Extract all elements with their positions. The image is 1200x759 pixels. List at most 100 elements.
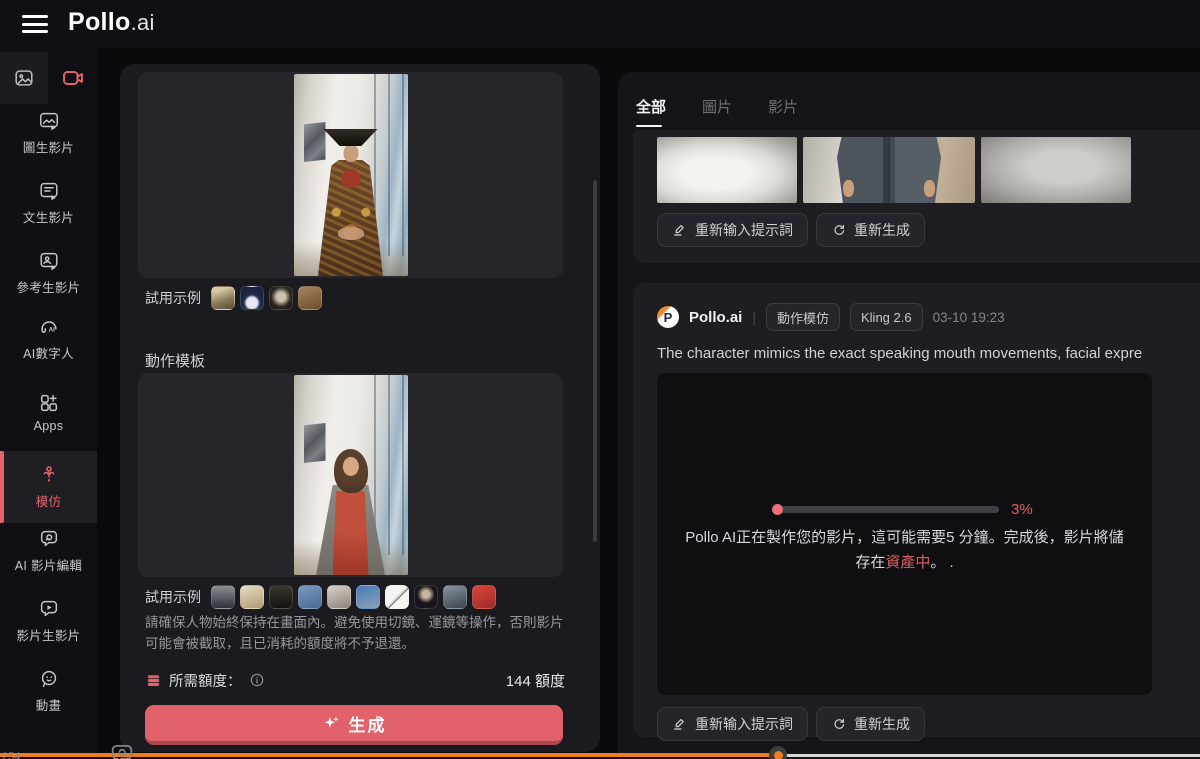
video-to-video-icon [38, 598, 60, 620]
sample-thumb[interactable] [472, 585, 496, 609]
hamburger-menu-icon[interactable] [22, 13, 48, 35]
sidebar-item-image-to-video[interactable]: 圖生影片 [0, 101, 97, 165]
svg-text:AI: AI [48, 327, 55, 334]
sidebar-item-label: 參考生影片 [16, 281, 81, 295]
sample-row-template: 試用示例 [145, 585, 496, 609]
sample-thumb[interactable] [269, 286, 293, 310]
sidebar-item-label: 動畫 [35, 699, 62, 713]
previous-job-actions: 重新输入提示詞 重新生成 [657, 213, 925, 247]
result-media-strip [657, 137, 1131, 203]
samples-label: 試用示例 [145, 589, 201, 605]
reenter-prompt-label: 重新输入提示詞 [695, 716, 793, 732]
result-frame-thumb[interactable] [657, 137, 797, 203]
job-brand: Pollo.ai [689, 308, 743, 326]
video-generating-placeholder: 3% Pollo AI正在製作您的影片，這可能需要5 分鐘。完成後，影片將儲存在… [657, 373, 1152, 695]
sample-thumb[interactable] [269, 585, 293, 609]
current-job-card: P Pollo.ai | 動作模仿 Kling 2.6 03-10 19:23 … [633, 283, 1200, 741]
reference-to-video-icon [38, 250, 60, 272]
sample-thumb[interactable] [443, 585, 467, 609]
samples-label: 試用示例 [145, 290, 201, 306]
composer-scrollbar[interactable] [593, 180, 597, 542]
credits-row: 所需額度： 144 額度 [145, 668, 565, 692]
status-text-post: 。 . [930, 553, 954, 571]
pollo-logo-icon: P [657, 306, 679, 328]
template-portrait-woman [293, 375, 408, 575]
sample-thumb[interactable] [298, 585, 322, 609]
ai-avatar-icon: AI [38, 316, 60, 338]
result-frame-thumb[interactable] [803, 137, 975, 203]
image-mode-tab[interactable] [0, 52, 48, 104]
sample-thumb[interactable] [240, 585, 264, 609]
tab-images[interactable]: 圖片 [702, 96, 732, 127]
reference-portrait-empress [293, 74, 408, 276]
sidebar-item-label: 圖生影片 [22, 141, 75, 155]
progress-fill [772, 504, 783, 515]
job-card-header: P Pollo.ai | 動作模仿 Kling 2.6 03-10 19:23 [657, 303, 1005, 331]
results-panel: 全部 圖片 影片 重新输入提示詞 重新生成 P Pollo.ai | 動作模仿 … [618, 72, 1200, 759]
generating-status-text: Pollo AI正在製作您的影片，這可能需要5 分鐘。完成後，影片將儲存在資產中… [685, 526, 1124, 576]
sample-thumb[interactable] [356, 585, 380, 609]
sidebar-item-ai-avatar[interactable]: AI AI數字人 [0, 307, 97, 371]
progress-row: 3% [772, 501, 1033, 518]
top-bar: Pollo.ai [0, 0, 1200, 48]
header-divider: | [752, 309, 756, 325]
composer-panel: 試用示例 動作模板 試用示例 請確保人物始終保持在畫面內。避免使用切鏡、運鏡等操… [120, 64, 600, 752]
results-tabs: 全部 圖片 影片 [636, 96, 798, 127]
sidebar-item-label: 文生影片 [22, 211, 75, 225]
sidebar-item-ai-video-edit[interactable]: AI 影片編輯 [0, 519, 97, 583]
reenter-prompt-button[interactable]: 重新输入提示詞 [657, 707, 808, 741]
job-timestamp: 03-10 19:23 [932, 309, 1005, 325]
coins-icon [145, 672, 162, 689]
sidebar-item-label: AI數字人 [23, 347, 74, 361]
sidebar-item-animation[interactable]: 動畫 [0, 659, 97, 723]
apps-grid-icon [38, 392, 60, 414]
logo-main: Pollo [68, 8, 131, 36]
usage-notice: 請確保人物始終保持在畫面內。避免使用切鏡、運鏡等操作，否則影片可能會被截取，且已… [145, 615, 564, 651]
sample-thumb[interactable] [240, 286, 264, 310]
motion-template-preview[interactable] [138, 373, 563, 577]
sidebar-item-mimic[interactable]: 模仿 [0, 451, 97, 523]
sample-thumb[interactable] [385, 585, 409, 609]
image-to-video-icon [38, 110, 60, 132]
sidebar-item-reference-to-video[interactable]: 參考生影片 [0, 241, 97, 305]
model-badge[interactable]: Kling 2.6 [850, 303, 923, 331]
sidebar-item-label: AI 影片編輯 [14, 559, 83, 573]
tab-videos[interactable]: 影片 [768, 96, 798, 127]
previous-job-card: 重新输入提示詞 重新生成 [633, 130, 1200, 263]
credits-value: 144 額度 [505, 672, 565, 690]
regenerate-button[interactable]: 重新生成 [816, 213, 925, 247]
sample-thumb[interactable] [211, 286, 235, 310]
logo-suffix: .ai [130, 10, 155, 35]
app-logo[interactable]: Pollo.ai [68, 8, 155, 37]
sidebar-item-label: 影片生影片 [16, 629, 81, 643]
sample-thumb[interactable] [327, 585, 351, 609]
mode-badge[interactable]: 動作模仿 [765, 303, 840, 331]
sample-row-reference: 試用示例 [145, 286, 322, 310]
info-icon[interactable] [249, 672, 265, 688]
regenerate-label: 重新生成 [854, 222, 910, 238]
tab-all[interactable]: 全部 [636, 96, 666, 127]
assets-link[interactable]: 資產中 [885, 554, 930, 571]
text-to-video-icon [38, 180, 60, 202]
player-scrubber-remaining[interactable] [786, 754, 1200, 757]
ai-video-edit-icon [38, 528, 60, 550]
sparkle-icon [322, 714, 341, 733]
generate-button[interactable]: 生成 [145, 705, 563, 745]
video-mode-tab[interactable] [49, 52, 97, 104]
mimic-person-icon [38, 464, 60, 486]
sample-thumb[interactable] [414, 585, 438, 609]
sidebar-item-text-to-video[interactable]: 文生影片 [0, 171, 97, 235]
regenerate-button[interactable]: 重新生成 [816, 707, 925, 741]
generate-label: 生成 [348, 715, 387, 735]
player-scrubber-handle[interactable] [769, 746, 787, 759]
sidebar-item-label: 模仿 [35, 495, 62, 509]
sidebar: 圖生影片 文生影片 參考生影片 AI AI數字人 Apps 模仿 AI 影片編輯 [0, 48, 97, 759]
sample-thumb[interactable] [298, 286, 322, 310]
sample-thumb[interactable] [211, 585, 235, 609]
reference-image-preview[interactable] [138, 72, 563, 278]
result-frame-thumb[interactable] [981, 137, 1131, 203]
sidebar-item-apps[interactable]: Apps [0, 380, 97, 444]
sidebar-item-video-to-video[interactable]: 影片生影片 [0, 589, 97, 653]
reenter-prompt-label: 重新输入提示詞 [695, 222, 793, 238]
reenter-prompt-button[interactable]: 重新输入提示詞 [657, 213, 808, 247]
